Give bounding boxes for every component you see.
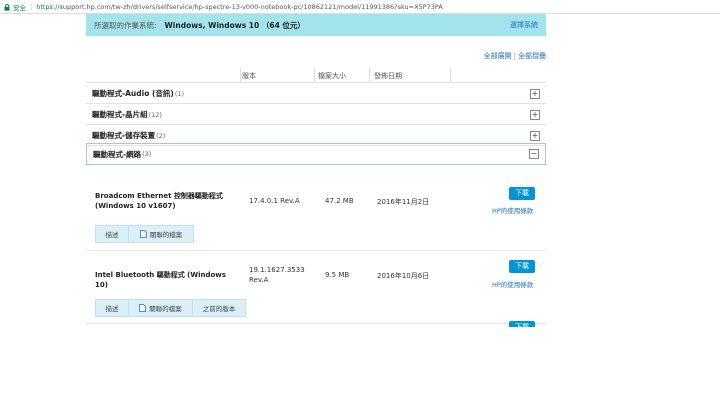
document-icon	[139, 304, 147, 312]
url-text: support.hp.com/tw-zh/drivers/selfservice…	[59, 2, 443, 11]
category-audio[interactable]: 驅動程式-Audio (音訊) (1) +	[86, 84, 546, 104]
column-date: 發佈日期	[374, 72, 402, 80]
download-button[interactable]: 下載	[509, 260, 535, 273]
download-button[interactable]: 下載	[509, 187, 535, 200]
address-bar[interactable]: 安全 | https:// support.hp.com/tw-zh/drive…	[0, 0, 720, 14]
tab-label: 描述	[105, 231, 119, 239]
hp-terms-link[interactable]: HP的使用條款	[492, 279, 533, 289]
category-chipset[interactable]: 驅動程式-晶片組 (12) +	[86, 105, 546, 125]
driver-name: Broadcom Ethernet 控制器驅動程式 (Windows 10 v1…	[95, 192, 223, 210]
tab-label: 描述	[105, 305, 119, 313]
column-header: 版本 檔案大小 發佈日期	[86, 68, 546, 83]
category-count: (12)	[148, 110, 162, 119]
driver-tabs: 描述 關聯的檔案	[95, 225, 194, 243]
driver-version: 19.1.1627.3533 Rev.A	[249, 266, 305, 284]
os-label: 所選取的作業系統:	[94, 20, 157, 30]
collapse-icon[interactable]: −	[529, 149, 539, 159]
tab-label: 之前的版本	[202, 305, 236, 313]
expand-icon[interactable]: +	[530, 110, 540, 120]
tab-description[interactable]: 描述	[95, 225, 129, 243]
driver-date: 2016年10月6日	[377, 272, 430, 280]
column-divider	[369, 68, 370, 83]
driver-page: 所選取的作業系統: Windows, Windows 10 （64 位元） 選擇…	[86, 14, 546, 327]
collapse-all-link[interactable]: 全部摺疊	[518, 52, 546, 60]
os-value: Windows, Windows 10 （64 位元）	[164, 20, 305, 30]
tab-label: 關聯的檔案	[149, 305, 182, 313]
lock-icon	[4, 3, 10, 11]
driver-size: 47.2 MB	[325, 197, 354, 205]
category-network[interactable]: 驅動程式-網路 (3) −	[86, 143, 546, 165]
download-button[interactable]: 下載	[509, 321, 535, 327]
tab-previous-versions[interactable]: 之前的版本	[192, 299, 246, 317]
expand-icon[interactable]: +	[530, 131, 540, 141]
tab-description[interactable]: 描述	[95, 299, 129, 317]
secure-label: 安全	[13, 3, 26, 12]
column-divider	[240, 68, 241, 83]
address-separator: |	[30, 2, 33, 11]
tab-related-files[interactable]: 關聯的檔案	[128, 299, 193, 317]
change-os-link[interactable]: 選擇系統	[510, 20, 538, 30]
column-size: 檔案大小	[318, 72, 346, 80]
driver-tabs: 描述 關聯的檔案 之前的版本	[95, 299, 246, 317]
driver-size: 9.5 MB	[325, 271, 350, 279]
driver-date: 2016年11月2日	[377, 198, 430, 206]
category-label: 驅動程式-儲存裝置	[92, 131, 156, 140]
url-scheme: https://	[36, 2, 60, 11]
hp-terms-link[interactable]: HP的使用條款	[492, 205, 533, 215]
driver-version: 17.4.0.1 Rev.A	[249, 197, 300, 205]
tab-related-files[interactable]: 關聯的檔案	[128, 225, 194, 243]
os-selection-bar: 所選取的作業系統: Windows, Windows 10 （64 位元） 選擇…	[86, 14, 546, 36]
expand-icon[interactable]: +	[530, 89, 540, 99]
row-divider	[86, 323, 546, 324]
column-divider	[314, 68, 315, 83]
tab-label: 關聯的檔案	[149, 231, 183, 239]
column-version: 版本	[242, 72, 256, 80]
category-label: 驅動程式-網路	[93, 149, 142, 159]
document-icon	[139, 230, 147, 238]
expand-collapse-links: 全部展開 | 全部摺疊	[484, 51, 546, 61]
category-label: 驅動程式-晶片組	[92, 110, 148, 119]
category-label: 驅動程式-Audio (音訊)	[92, 89, 174, 98]
column-divider	[450, 68, 451, 83]
expand-all-link[interactable]: 全部展開	[484, 52, 512, 60]
category-count: (1)	[174, 89, 185, 98]
row-divider	[86, 250, 546, 251]
driver-name: Intel Bluetooth 驅動程式 (Windows 10)	[95, 271, 226, 289]
expand-divider: |	[513, 52, 516, 60]
category-count: (2)	[156, 131, 166, 140]
category-count: (3)	[142, 150, 152, 158]
